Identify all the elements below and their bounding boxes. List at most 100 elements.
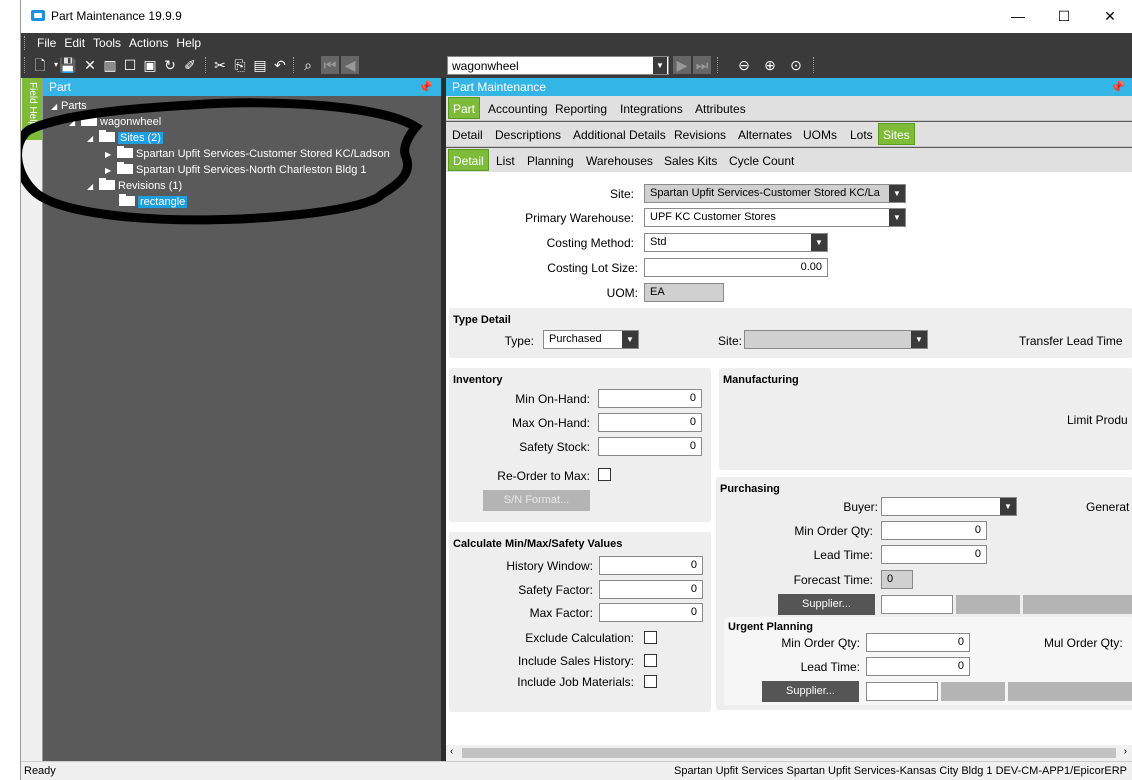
include-job-materials-checkbox[interactable] — [644, 675, 657, 688]
tab-accounting[interactable]: Accounting — [484, 100, 551, 118]
costing-method-combo[interactable]: Std ▼ — [644, 233, 828, 252]
tab-lots[interactable]: Lots — [846, 126, 877, 144]
lot-size-input[interactable]: 0.00 — [644, 258, 828, 277]
tab-alternates[interactable]: Alternates — [734, 126, 796, 144]
chevron-down-icon: ▼ — [622, 331, 638, 348]
purchase-min-order-qty-input[interactable]: 0 — [881, 521, 987, 540]
warehouse-combo[interactable]: UPF KC Customer Stores ▼ — [644, 208, 906, 227]
reorder-to-max-label: Re-Order to Max: — [497, 469, 590, 483]
tab-cycle-count[interactable]: Cycle Count — [725, 152, 798, 170]
safety-stock-input[interactable]: 0 — [598, 437, 702, 456]
delete-icon[interactable]: ✕ — [81, 56, 99, 74]
type-site-label: Site: — [717, 334, 742, 348]
inventory-title: Inventory — [453, 374, 503, 386]
refresh-icon[interactable]: ↻ — [161, 56, 179, 74]
generate-label: Generat — [1086, 500, 1130, 514]
maximize-button[interactable]: ☐ — [1041, 0, 1087, 32]
tab-list[interactable]: List — [492, 152, 519, 170]
urgent-supplier-button[interactable]: Supplier... — [762, 681, 859, 702]
max-on-hand-input[interactable]: 0 — [598, 413, 702, 432]
home-icon[interactable]: ⊙ — [787, 56, 805, 74]
calculate-group: Calculate Min/Max/Safety Values History … — [449, 532, 711, 712]
forward-icon[interactable]: ⊕ — [761, 56, 779, 74]
menu-tools[interactable]: Tools — [93, 33, 121, 53]
tab-additional-details[interactable]: Additional Details — [569, 126, 670, 144]
book-icon[interactable]: ▥ — [101, 56, 119, 74]
scrollbar-thumb[interactable] — [462, 748, 1116, 758]
scroll-right-icon: › — [1123, 746, 1127, 757]
previous-record-icon[interactable]: ◀ — [341, 56, 359, 74]
cut-icon[interactable]: ✂ — [211, 56, 229, 74]
chevron-down-icon: ▼ — [889, 185, 905, 202]
type-site-combo[interactable]: ▼ — [744, 330, 928, 349]
buyer-combo[interactable]: ▼ — [881, 497, 1017, 516]
type-combo[interactable]: Purchased ▼ — [543, 330, 639, 349]
urgent-supplier-id-input[interactable] — [866, 682, 938, 701]
tab-part[interactable]: Part — [448, 97, 481, 119]
clear-icon[interactable]: ✐ — [181, 56, 199, 74]
tab-warehouses[interactable]: Warehouses — [582, 152, 657, 170]
max-factor-input[interactable]: 0 — [599, 603, 703, 622]
tab-descriptions[interactable]: Descriptions — [491, 126, 565, 144]
close-button[interactable]: ✕ — [1087, 0, 1132, 32]
tab-planning[interactable]: Planning — [523, 152, 578, 170]
chevron-down-icon: ▼ — [911, 331, 927, 348]
menu-actions[interactable]: Actions — [129, 33, 168, 53]
status-text: Ready — [24, 765, 56, 777]
menu-file[interactable]: File — [37, 33, 56, 53]
buyer-label: Buyer: — [843, 500, 878, 514]
tab-detail[interactable]: Detail — [448, 126, 487, 144]
menu-edit[interactable]: Edit — [64, 33, 85, 53]
last-record-icon[interactable]: ⏭ — [693, 56, 711, 74]
purchasing-title: Purchasing — [720, 483, 780, 495]
part-search-input[interactable] — [447, 56, 669, 75]
back-icon[interactable]: ⊖ — [735, 56, 753, 74]
pin-icon[interactable]: 📌 — [1110, 80, 1125, 94]
status-company-site: Spartan Upfit Services Spartan Upfit Ser… — [673, 765, 1127, 777]
tab-uoms[interactable]: UOMs — [799, 126, 841, 144]
copy-icon[interactable]: ⎘ — [231, 56, 249, 74]
purchase-lead-time-label: Lead Time: — [813, 548, 873, 562]
hand-drawn-circle-annotation — [21, 98, 423, 225]
attachment-icon[interactable]: ▣ — [141, 56, 159, 74]
forecast-time-label: Forecast Time: — [793, 573, 873, 587]
supplier-button[interactable]: Supplier... — [778, 594, 875, 615]
supplier-id-input[interactable] — [881, 595, 953, 614]
search-icon[interactable]: ⌕ — [299, 56, 317, 74]
safety-factor-input[interactable]: 0 — [599, 580, 703, 599]
sn-format-button[interactable]: S/N Format... — [483, 490, 590, 511]
min-on-hand-input[interactable]: 0 — [598, 389, 702, 408]
menu-help[interactable]: Help — [176, 33, 201, 53]
chevron-down-icon: ▼ — [889, 209, 905, 226]
horizontal-scrollbar[interactable]: ‹ › — [446, 745, 1132, 761]
safety-factor-label: Safety Factor: — [518, 583, 593, 597]
tab-reporting[interactable]: Reporting — [551, 100, 611, 118]
include-sales-history-checkbox[interactable] — [644, 654, 657, 667]
pin-icon[interactable]: 📌 — [418, 80, 433, 94]
tab-integrations[interactable]: Integrations — [616, 100, 687, 118]
first-record-icon[interactable]: ⏮ — [321, 56, 339, 74]
site-combo[interactable]: Spartan Upfit Services-Customer Stored K… — [644, 184, 906, 203]
undo-icon[interactable]: ↶ — [271, 56, 289, 74]
tab-attributes[interactable]: Attributes — [691, 100, 750, 118]
urgent-min-order-qty-input[interactable]: 0 — [866, 633, 970, 652]
reorder-to-max-checkbox[interactable] — [598, 468, 611, 481]
search-dropdown-icon[interactable]: ▼ — [653, 57, 667, 74]
tab-sites[interactable]: Sites — [878, 123, 915, 145]
exclude-calculation-checkbox[interactable] — [644, 631, 657, 644]
mid-tab-row: Detail Descriptions Additional Details R… — [446, 122, 1132, 147]
manufacturing-group: Manufacturing Limit Produ — [719, 368, 1132, 470]
minimize-button[interactable]: — — [995, 0, 1041, 32]
next-record-icon[interactable]: ▶ — [673, 56, 691, 74]
paste-icon[interactable]: ▤ — [251, 56, 269, 74]
tab-site-detail[interactable]: Detail — [448, 149, 489, 171]
save-icon[interactable]: 💾 — [59, 56, 77, 74]
history-window-input[interactable]: 0 — [599, 556, 703, 575]
note-icon[interactable]: ☐ — [121, 56, 139, 74]
tab-sales-kits[interactable]: Sales Kits — [660, 152, 721, 170]
purchase-lead-time-input[interactable]: 0 — [881, 545, 987, 564]
tab-revisions[interactable]: Revisions — [670, 126, 730, 144]
calculate-title: Calculate Min/Max/Safety Values — [453, 538, 623, 550]
urgent-lead-time-input[interactable]: 0 — [866, 657, 970, 676]
urgent-supplier-name-field — [941, 682, 1005, 701]
